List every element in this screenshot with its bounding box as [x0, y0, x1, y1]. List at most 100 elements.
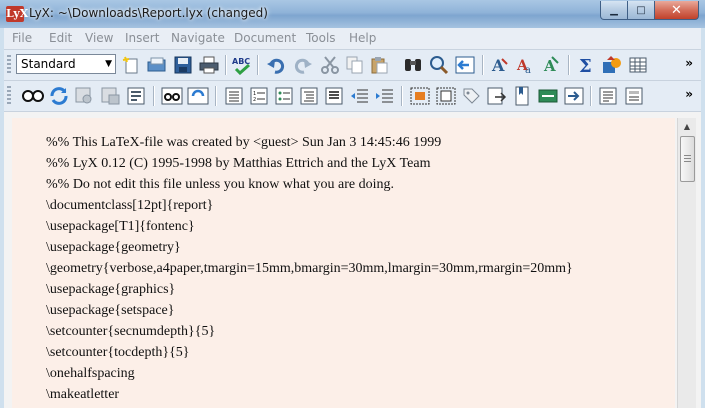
document-line[interactable]: \makeatletter: [46, 387, 119, 403]
chevron-down-icon: ▼: [105, 59, 112, 69]
compare-icon[interactable]: [161, 85, 183, 107]
document-line[interactable]: %% Do not edit this file unless you know…: [46, 177, 394, 193]
toc-icon[interactable]: [597, 85, 619, 107]
box-icon[interactable]: [563, 85, 585, 107]
toolbar-separator: [590, 86, 592, 106]
menu-tools[interactable]: Tools: [306, 31, 336, 45]
document-line[interactable]: \setcounter{secnumdepth}{5}: [46, 324, 215, 340]
document-settings-icon[interactable]: [623, 85, 645, 107]
bullet-icon[interactable]: [323, 85, 345, 107]
numbered-list-icon[interactable]: 12: [248, 85, 270, 107]
toolbar-separator: [153, 86, 155, 106]
document-line[interactable]: \onehalfspacing: [46, 366, 135, 382]
refresh-icon[interactable]: [187, 85, 209, 107]
description-icon[interactable]: [273, 85, 295, 107]
toolbar-grip[interactable]: [7, 86, 11, 106]
view-dvi-icon[interactable]: [74, 85, 96, 107]
toolbar-separator: [225, 55, 227, 75]
toolbar-overflow-button[interactable]: »: [685, 56, 693, 70]
scroll-up-button[interactable]: ▲: [678, 118, 696, 135]
document-line[interactable]: %% LyX 0.12 (C) 1995-1998 by Matthias Et…: [46, 156, 430, 172]
math-mode-icon[interactable]: A: [541, 54, 563, 76]
svg-text:2: 2: [253, 97, 256, 103]
toolbar-separator: [215, 86, 217, 106]
index-icon[interactable]: [537, 85, 559, 107]
list-icon[interactable]: [223, 85, 245, 107]
document-line[interactable]: \usepackage[T1]{fontenc}: [46, 219, 195, 235]
document-line[interactable]: \setcounter{tocdepth}{5}: [46, 345, 190, 361]
insert-table-icon[interactable]: [627, 54, 649, 76]
scrollbar-thumb[interactable]: [680, 136, 695, 182]
title-bar[interactable]: LyX LyX: ~\Downloads\Report.lyx (changed…: [0, 0, 705, 28]
new-document-icon[interactable]: [120, 54, 142, 76]
document-line[interactable]: \usepackage{setspace}: [46, 303, 175, 319]
find-icon[interactable]: [402, 54, 424, 76]
document-line[interactable]: \usepackage{graphics}: [46, 282, 175, 298]
float-icon[interactable]: [435, 85, 457, 107]
document-editor[interactable]: %% This LaTeX-file was created by <guest…: [12, 118, 675, 408]
outline-icon[interactable]: [298, 85, 320, 107]
document-line[interactable]: %% This LaTeX-file was created by <guest…: [46, 135, 441, 151]
toolbar-separator: [482, 55, 484, 75]
view-icon[interactable]: [22, 85, 44, 107]
menu-file[interactable]: File: [12, 31, 32, 45]
menu-edit[interactable]: Edit: [49, 31, 72, 45]
menu-navigate[interactable]: Navigate: [171, 31, 225, 45]
label-icon[interactable]: [460, 85, 482, 107]
navigate-back-icon[interactable]: [454, 54, 476, 76]
indent-increase-icon[interactable]: [373, 85, 395, 107]
thumb-grip: [684, 161, 691, 162]
toolbar-grip[interactable]: [7, 55, 11, 75]
maximize-button[interactable]: □: [627, 1, 655, 20]
bookmark-icon[interactable]: [511, 85, 533, 107]
toolbar-separator: [401, 86, 403, 106]
copy-icon[interactable]: [344, 54, 366, 76]
text-style-icon[interactable]: A: [489, 54, 511, 76]
character-icon[interactable]: Aa: [515, 54, 537, 76]
export-icon[interactable]: [126, 85, 148, 107]
toolbar-overflow-button[interactable]: »: [685, 87, 693, 101]
standard-toolbar: Standard ▼ ABC A A a A Σ »: [4, 50, 701, 81]
minimize-icon: ▁: [610, 4, 618, 16]
menu-document[interactable]: Document: [234, 31, 296, 45]
menu-insert[interactable]: Insert: [125, 31, 159, 45]
paste-icon[interactable]: [368, 54, 390, 76]
print-icon[interactable]: [198, 54, 220, 76]
lyx-app-icon[interactable]: LyX: [6, 6, 28, 22]
document-line[interactable]: \geometry{verbose,a4paper,tmargin=15mm,b…: [46, 261, 573, 277]
close-button[interactable]: ✕: [654, 1, 699, 20]
paragraph-style-select[interactable]: Standard ▼: [16, 54, 116, 74]
caption-buttons: ▁ □ ✕: [600, 1, 699, 20]
svg-text:Σ: Σ: [579, 56, 592, 75]
undo-icon[interactable]: [266, 54, 288, 76]
menu-view[interactable]: View: [85, 31, 113, 45]
close-icon: ✕: [671, 2, 682, 18]
minimize-button[interactable]: ▁: [600, 1, 628, 20]
note-icon[interactable]: [409, 85, 431, 107]
extra-toolbar: 12 »: [4, 81, 701, 112]
menu-bar: File Edit View Insert Navigate Document …: [4, 28, 701, 50]
document-line[interactable]: \usepackage{geometry}: [46, 240, 181, 256]
vertical-scrollbar[interactable]: ▲: [677, 118, 696, 408]
view-pdf-icon[interactable]: [100, 85, 122, 107]
open-folder-icon[interactable]: [146, 54, 168, 76]
save-icon[interactable]: [172, 54, 194, 76]
document-line[interactable]: \documentclass[12pt]{report}: [46, 198, 213, 214]
indent-decrease-icon[interactable]: [348, 85, 370, 107]
work-area: %% This LaTeX-file was created by <guest…: [4, 112, 701, 408]
menu-help[interactable]: Help: [349, 31, 376, 45]
chevron-up-icon: ▲: [683, 122, 691, 131]
insert-graphics-icon[interactable]: [601, 54, 623, 76]
thumb-grip: [684, 158, 691, 159]
redo-icon[interactable]: [291, 54, 313, 76]
cut-icon[interactable]: [319, 54, 341, 76]
svg-text:a: a: [525, 65, 531, 75]
maximize-icon: □: [636, 4, 646, 16]
paragraph-style-value: Standard: [21, 57, 76, 71]
toolbar-separator: [257, 55, 259, 75]
spellcheck-icon[interactable]: ABC: [231, 54, 253, 76]
reference-icon[interactable]: [486, 85, 508, 107]
sum-icon[interactable]: Σ: [575, 54, 597, 76]
zoom-icon[interactable]: [428, 54, 450, 76]
update-icon[interactable]: [48, 85, 70, 107]
